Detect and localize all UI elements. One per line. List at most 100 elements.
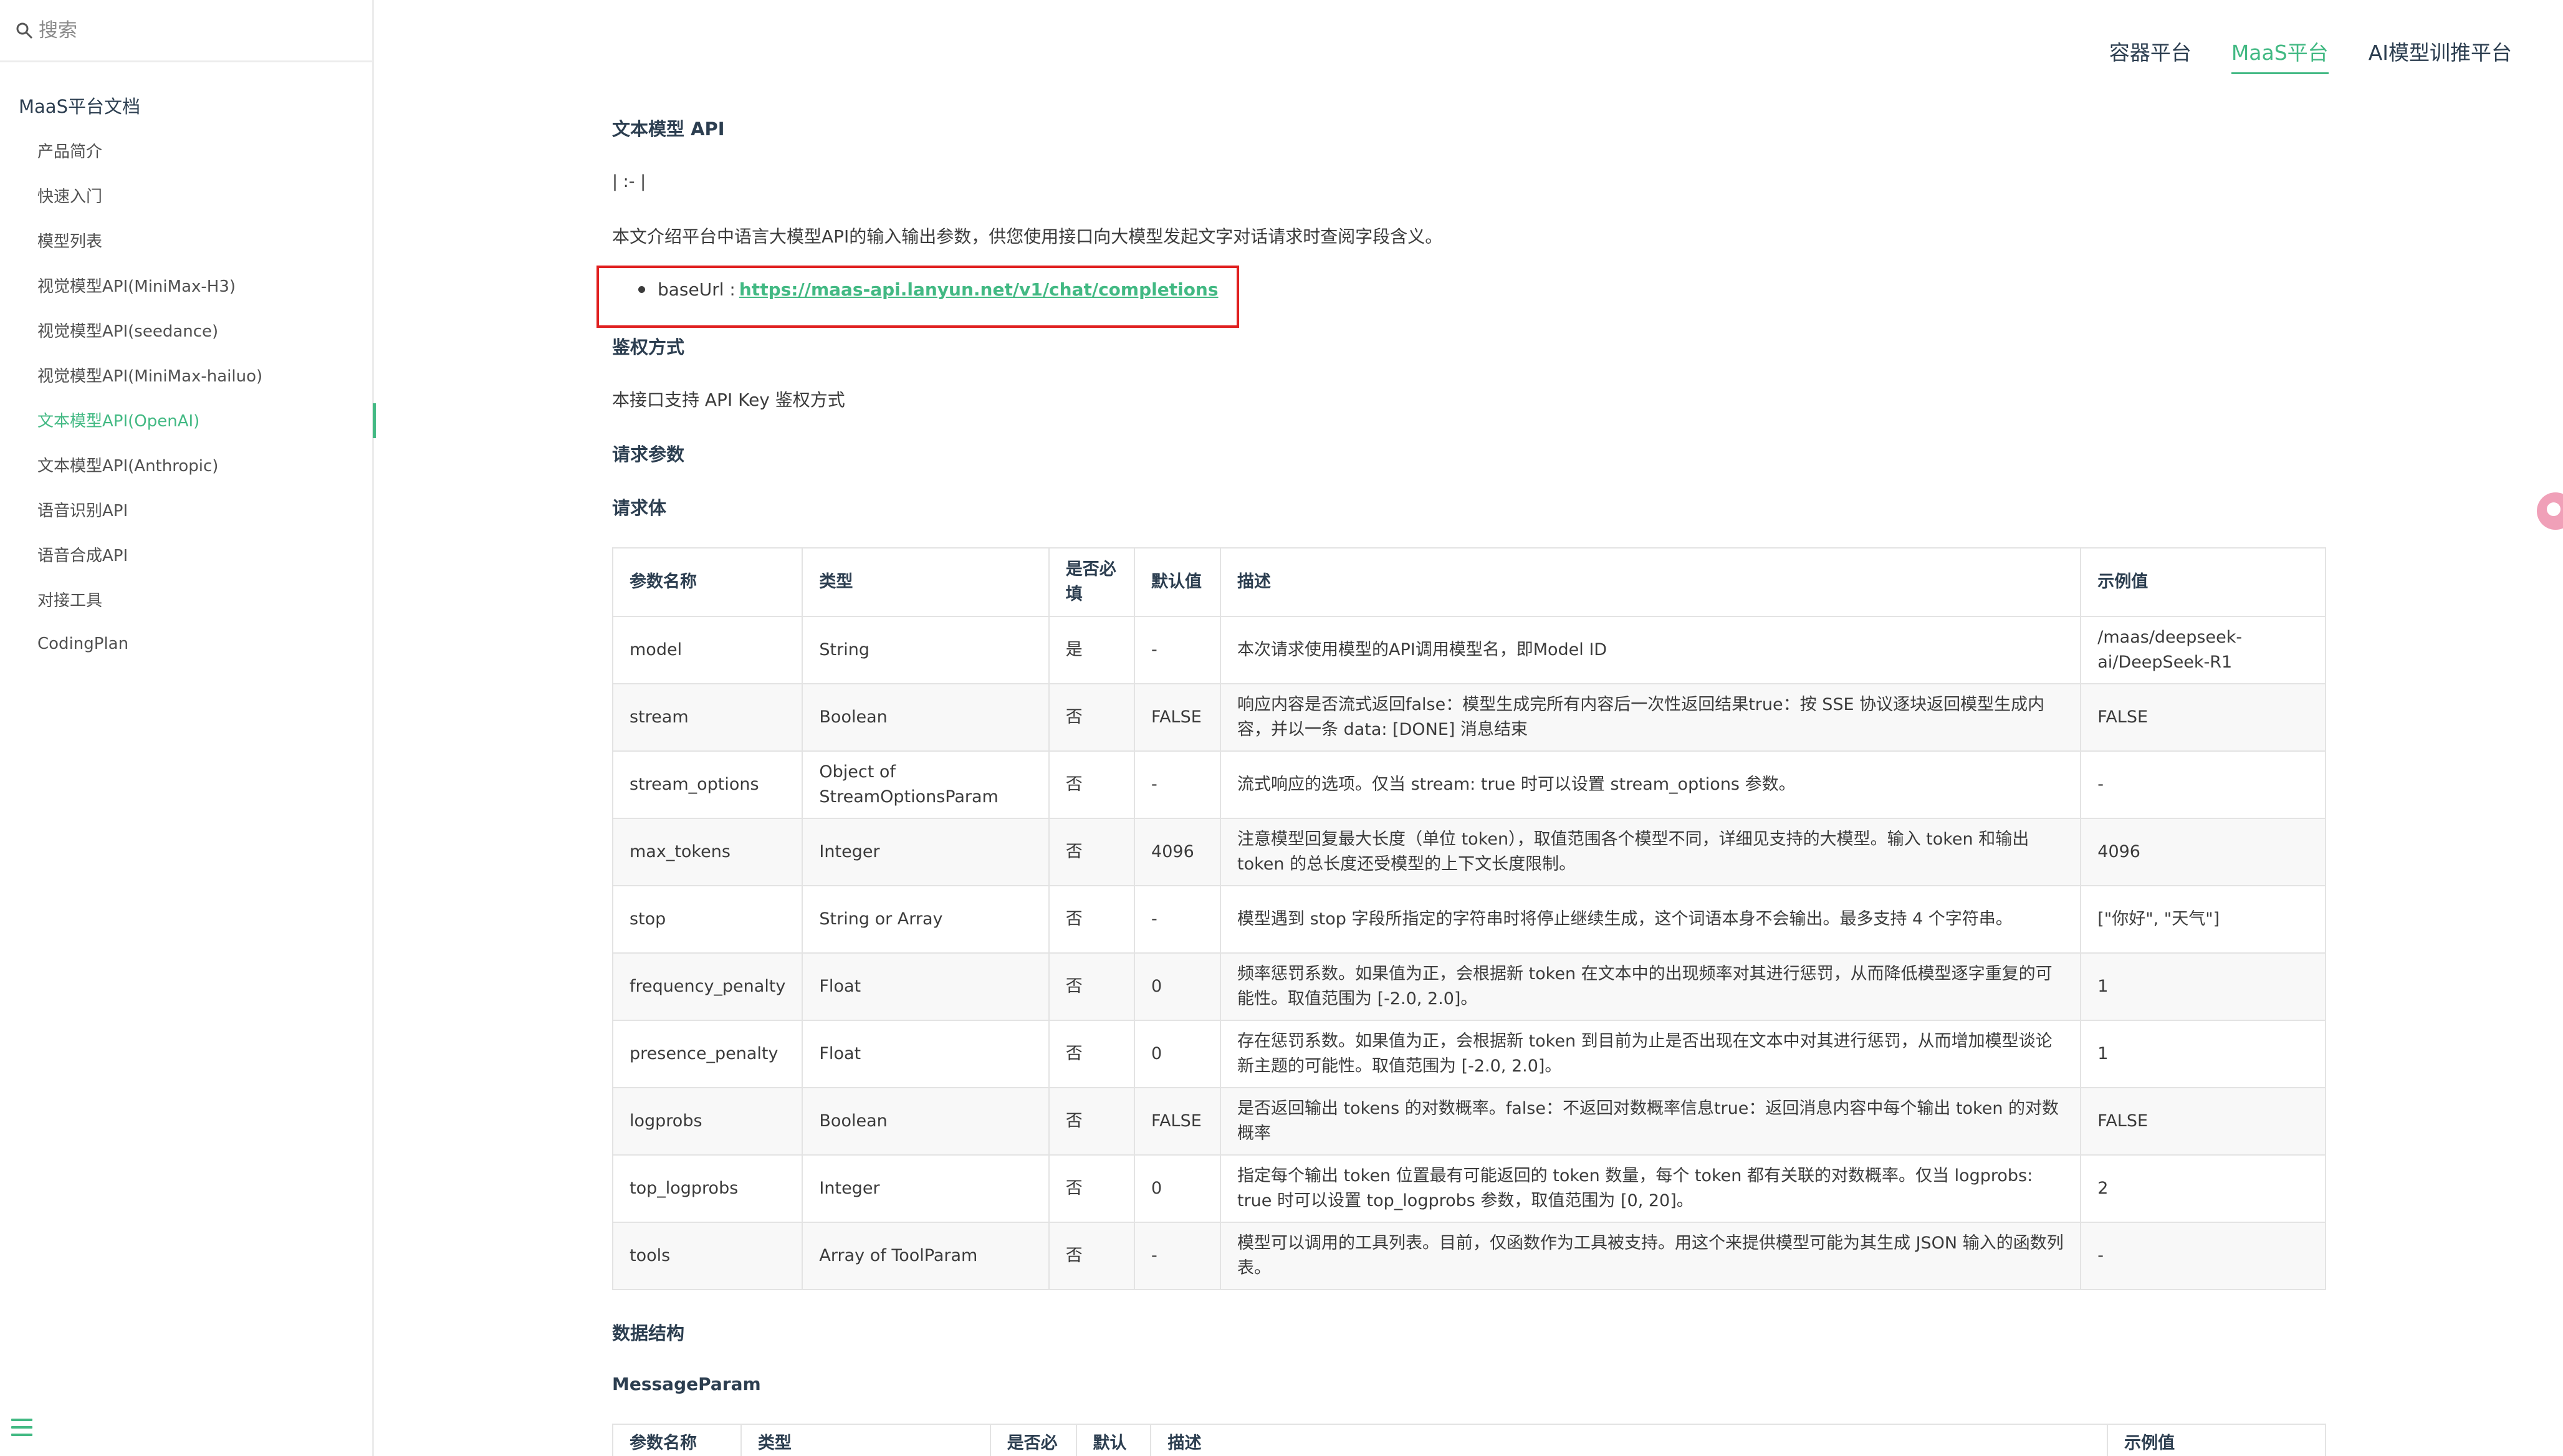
auth-text: 本接口支持 API Key 鉴权方式: [612, 390, 845, 410]
message-param-heading: MessageParam: [612, 1374, 761, 1394]
table-cell: 否: [1048, 885, 1136, 954]
menu-toggle-icon[interactable]: [11, 1419, 32, 1440]
table-row: top_logprobs Integer 否 0 指定每个输出 token 位置…: [611, 1154, 2326, 1223]
table-cell: 注意模型回复最大长度（单位 token），取值范围各个模型不同，详细见支持的大模…: [1219, 818, 2082, 886]
table-header-cell: 是否必填: [989, 1424, 1077, 1456]
table-cell: 否: [1048, 818, 1136, 886]
table-cell: String: [802, 616, 1050, 684]
table-cell: Integer: [802, 1154, 1050, 1223]
sidebar-item-vision-minimax-hailuo[interactable]: 视觉模型API(MiniMax-hailuo): [0, 352, 374, 397]
page-title: 文本模型 API: [612, 118, 725, 140]
table-cell: 0: [1134, 952, 1221, 1021]
topnav-maas-platform[interactable]: MaaS平台: [2231, 36, 2329, 74]
table-cell: Float: [802, 952, 1050, 1021]
table-cell: 流式响应的选项。仅当 stream: true 时可以设置 stream_opt…: [1219, 750, 2082, 819]
table-cell: 是否返回输出 tokens 的对数概率。false：不返回对数概率信息true：…: [1219, 1087, 2082, 1156]
table-cell: tools: [611, 1222, 803, 1290]
table-cell: -: [1134, 750, 1221, 819]
table-cell: 是: [1048, 616, 1136, 684]
table-row: model String 是 - 本次请求使用模型的API调用模型名，即Mode…: [611, 616, 2326, 684]
table-cell: -: [1134, 616, 1221, 684]
table-cell: Boolean: [802, 1087, 1050, 1156]
sidebar-item-text-openai[interactable]: 文本模型API(OpenAI): [0, 397, 376, 442]
sidebar-item-codingplan[interactable]: CodingPlan: [0, 621, 374, 666]
table-header-cell: 描述: [1150, 1424, 2109, 1456]
table-cell: top_logprobs: [611, 1154, 803, 1223]
message-param-table: 参数名称 类型 是否必填 默认值 描述 示例值: [612, 1424, 2326, 1456]
base-url-item: baseUrl : https://maas-api.lanyun.net/v1…: [638, 279, 1219, 300]
sidebar-item-product-intro[interactable]: 产品简介: [0, 128, 374, 173]
sidebar-nav: 产品简介 快速入门 模型列表 视觉模型API(MiniMax-H3) 视觉模型A…: [0, 128, 376, 666]
sidebar-title: MaaS平台文档: [19, 96, 140, 117]
sidebar-item-text-anthropic[interactable]: 文本模型API(Anthropic): [0, 442, 374, 487]
table-cell: 指定每个输出 token 位置最有可能返回的 token 数量，每个 token…: [1219, 1154, 2082, 1223]
sidebar-item-vision-seedance[interactable]: 视觉模型API(seedance): [0, 307, 374, 352]
table-row: tools Array of ToolParam 否 - 模型可以调用的工具列表…: [611, 1222, 2326, 1290]
table-header-cell: 是否必填: [1048, 547, 1136, 617]
table-cell: Array of ToolParam: [802, 1222, 1050, 1290]
base-url-label: baseUrl :: [658, 279, 735, 300]
table-cell: ["你好", "天气"]: [2080, 885, 2326, 954]
table-cell: Boolean: [802, 683, 1050, 752]
table-cell: -: [1134, 1222, 1221, 1290]
table-cell: 1: [2080, 952, 2326, 1021]
table-cell: 否: [1048, 1222, 1136, 1290]
table-cell: /maas/deepseek-ai/DeepSeek-R1: [2080, 616, 2326, 684]
table-cell: 否: [1048, 683, 1136, 752]
data-struct-heading: 数据结构: [612, 1323, 685, 1344]
sidebar-item-speech-recognition[interactable]: 语音识别API: [0, 487, 374, 532]
table-cell: 本次请求使用模型的API调用模型名，即Model ID: [1219, 616, 2082, 684]
table-row: presence_penalty Float 否 0 存在惩罚系数。如果值为正，…: [611, 1020, 2326, 1088]
table-cell: FALSE: [2080, 1087, 2326, 1156]
table-cell: max_tokens: [611, 818, 803, 886]
bullet-icon: [638, 286, 645, 293]
intro-text: 本文介绍平台中语言大模型API的输入输出参数，供您使用接口向大模型发起文字对话请…: [612, 226, 1443, 247]
table-cell: Integer: [802, 818, 1050, 886]
table-cell: -: [2080, 1222, 2326, 1290]
search-bar: [0, 0, 372, 62]
floating-helper-icon[interactable]: [2537, 492, 2563, 530]
search-icon: [15, 21, 34, 40]
request-body-table: 参数名称 类型 是否必填 默认值 描述 示例值 model String 是 -…: [611, 547, 2326, 1290]
table-cell: frequency_penalty: [611, 952, 803, 1021]
table-cell: stream_options: [611, 750, 803, 819]
table-header-cell: 默认值: [1075, 1424, 1152, 1456]
sidebar-item-speech-synthesis[interactable]: 语音合成API: [0, 532, 374, 577]
table-cell: 模型遇到 stop 字段所指定的字符串时将停止继续生成，这个词语本身不会输出。最…: [1219, 885, 2082, 954]
table-cell: 否: [1048, 1087, 1136, 1156]
table-cell: 4096: [2080, 818, 2326, 886]
table-cell: 响应内容是否流式返回false：模型生成完所有内容后一次性返回结果true：按 …: [1219, 683, 2082, 752]
table-cell: 模型可以调用的工具列表。目前，仅函数作为工具被支持。用这个来提供模型可能为其生成…: [1219, 1222, 2082, 1290]
table-header-cell: 类型: [802, 547, 1050, 617]
table-cell: -: [2080, 750, 2326, 819]
table-cell: String or Array: [802, 885, 1050, 954]
table-cell: 存在惩罚系数。如果值为正，会根据新 token 到目前为止是否出现在文本中对其进…: [1219, 1020, 2082, 1088]
table-cell: FALSE: [1134, 683, 1221, 752]
request-params-heading: 请求参数: [612, 444, 685, 465]
sidebar-item-vision-minimax-h3[interactable]: 视觉模型API(MiniMax-H3): [0, 262, 374, 307]
table-cell: FALSE: [1134, 1087, 1221, 1156]
table-cell: -: [1134, 885, 1221, 954]
table-row: frequency_penalty Float 否 0 频率惩罚系数。如果值为正…: [611, 952, 2326, 1021]
request-body-heading: 请求体: [612, 497, 667, 519]
table-row: stream Boolean 否 FALSE 响应内容是否流式返回false：模…: [611, 683, 2326, 752]
table-cell: 否: [1048, 1154, 1136, 1223]
sidebar-item-integration-tools[interactable]: 对接工具: [0, 577, 374, 621]
table-cell: 4096: [1134, 818, 1221, 886]
table-row: stream_options Object of StreamOptionsPa…: [611, 750, 2326, 819]
sidebar-item-model-list[interactable]: 模型列表: [0, 218, 374, 262]
sidebar-item-quick-start[interactable]: 快速入门: [0, 173, 374, 218]
table-cell: stream: [611, 683, 803, 752]
search-input[interactable]: [39, 19, 338, 42]
topnav-ai-training-platform[interactable]: AI模型训推平台: [2369, 36, 2512, 74]
table-cell: model: [611, 616, 803, 684]
table-cell: 2: [2080, 1154, 2326, 1223]
topnav-container-platform[interactable]: 容器平台: [2109, 36, 2192, 74]
sidebar: MaaS平台文档 产品简介 快速入门 模型列表 视觉模型API(MiniMax-…: [0, 0, 376, 1456]
table-cell: presence_penalty: [611, 1020, 803, 1088]
base-url-link[interactable]: https://maas-api.lanyun.net/v1/chat/comp…: [739, 279, 1219, 300]
top-nav: 容器平台 MaaS平台 AI模型训推平台: [2109, 36, 2512, 74]
table-header-cell: 默认值: [1134, 547, 1221, 617]
table-header-cell: 参数名称: [611, 547, 803, 617]
auth-heading: 鉴权方式: [612, 337, 685, 358]
